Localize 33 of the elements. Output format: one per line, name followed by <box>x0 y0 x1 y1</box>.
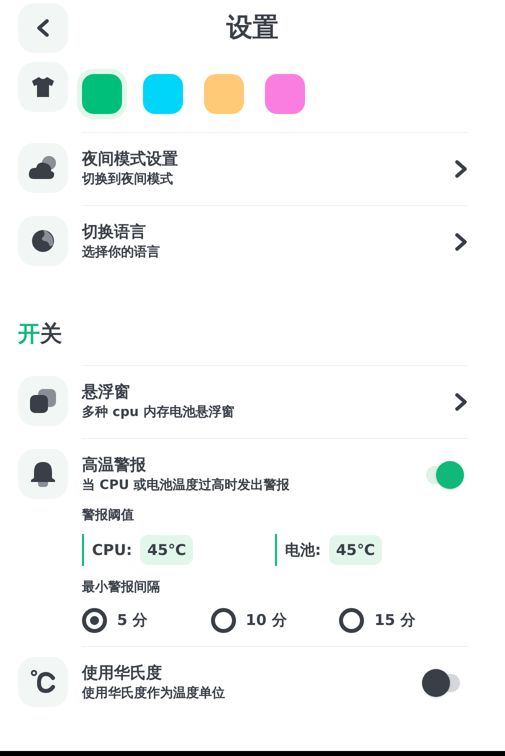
row-title: 夜间模式设置 <box>82 148 179 170</box>
cloud-moon-icon <box>28 155 58 181</box>
chevron-left-icon <box>36 18 50 38</box>
row-subtitle: 选择你的语言 <box>82 244 161 262</box>
shirt-icon <box>31 76 55 98</box>
row-subtitle: 当 CPU 或电池温度过高时发出警报 <box>82 476 291 495</box>
row-title: 悬浮窗 <box>82 381 131 403</box>
globe-icon <box>31 229 55 253</box>
page-title: 设置 <box>226 12 278 44</box>
row-title: 使用华氏度 <box>82 662 163 684</box>
row-subtitle: 使用华氏度作为温度单位 <box>82 684 226 703</box>
section-heading: 开关 <box>18 322 62 347</box>
stacked-squares-icon <box>29 388 57 414</box>
threshold-name: CPU: <box>92 540 132 561</box>
row-subtitle: 多种 cpu 内存电池悬浮窗 <box>82 404 236 422</box>
chevron-right-icon <box>454 392 468 412</box>
threshold-value[interactable]: 45℃ <box>329 534 382 566</box>
back-button[interactable] <box>18 3 68 53</box>
color-swatch[interactable] <box>77 69 127 119</box>
threshold-label: 警报阈值 <box>82 507 135 525</box>
interval-radio[interactable]: 10 分 <box>210 606 340 634</box>
chevron-right-icon <box>454 232 468 252</box>
threshold-value[interactable]: 45℃ <box>140 534 194 566</box>
interval-label: 最小警报间隔 <box>82 579 161 597</box>
interval-radio[interactable]: 15 分 <box>339 606 468 634</box>
chevron-right-icon <box>454 159 468 179</box>
bell-icon <box>29 460 57 488</box>
celsius-icon <box>30 669 56 695</box>
row-title: 高温警报 <box>82 454 147 476</box>
row-title: 切换语言 <box>82 221 147 243</box>
threshold-name: 电池: <box>285 540 321 561</box>
interval-radio[interactable]: 5 分 <box>82 606 211 634</box>
row-subtitle: 切换到夜间模式 <box>82 170 174 189</box>
